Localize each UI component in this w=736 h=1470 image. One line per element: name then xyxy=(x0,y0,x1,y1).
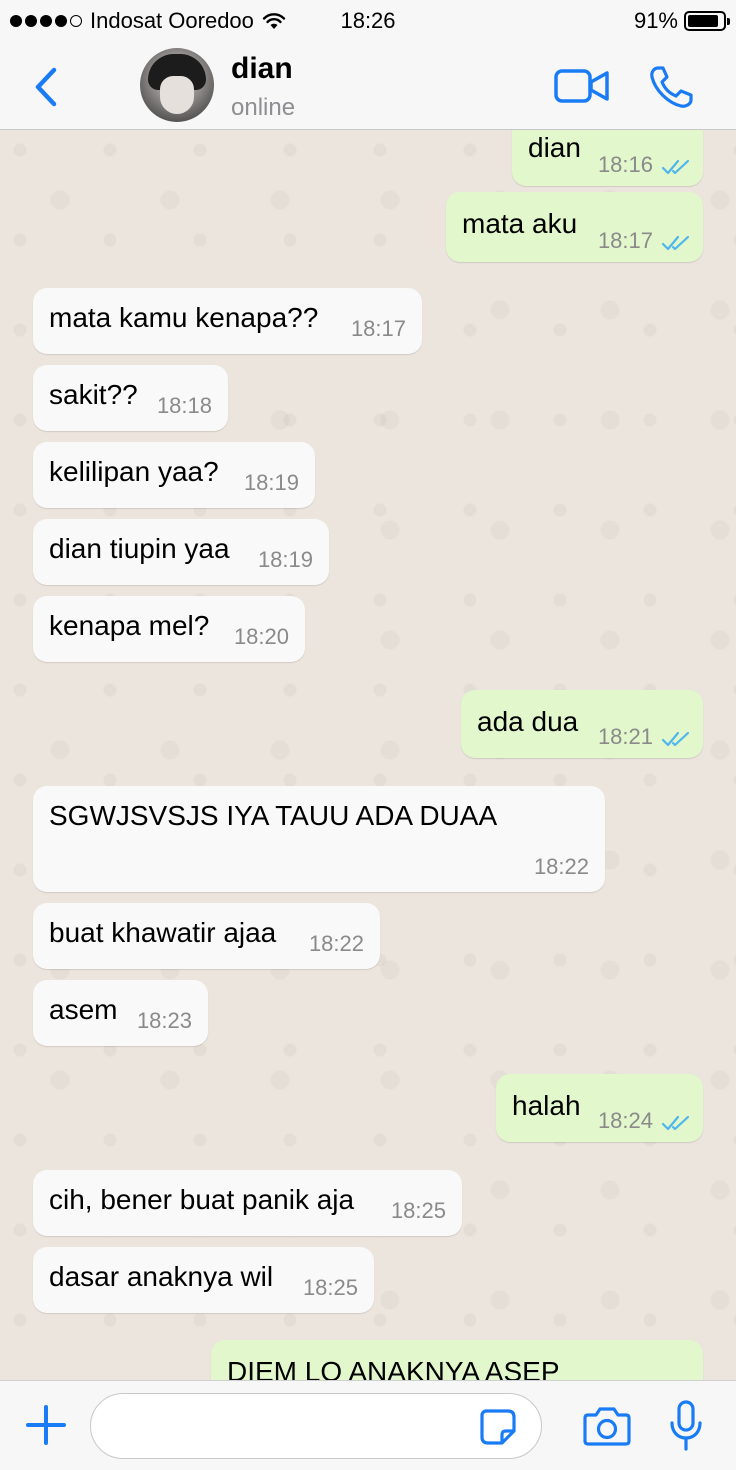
chat-header: dian online xyxy=(0,42,736,130)
message-bubble-outgoing[interactable]: dian 18:16 xyxy=(512,130,703,186)
message-input[interactable] xyxy=(90,1393,542,1459)
microphone-icon[interactable] xyxy=(668,1399,704,1453)
message-time: 18:17 xyxy=(597,228,653,253)
message-time: 18:25 xyxy=(302,1275,358,1300)
message-time: 18:21 xyxy=(597,724,653,749)
message-bubble-outgoing[interactable]: mata aku 18:17 xyxy=(446,192,703,262)
message-bubble-incoming[interactable]: SGWJSVSJS IYA TAUU ADA DUAA 18:22 xyxy=(33,786,605,892)
status-time: 18:26 xyxy=(340,8,396,33)
message-time: 18:18 xyxy=(156,393,212,418)
plus-icon[interactable] xyxy=(24,1403,68,1447)
message-time: 18:19 xyxy=(257,547,313,572)
contact-status: online xyxy=(231,94,296,121)
status-bar: Indosat Ooredoo 18:26 91% xyxy=(0,0,736,42)
message-bubble-outgoing[interactable]: halah 18:24 xyxy=(496,1074,703,1142)
message-bubble-incoming[interactable]: asem 18:23 xyxy=(33,980,208,1046)
message-bubble-incoming[interactable]: cih, bener buat panik aja 18:25 xyxy=(33,1170,462,1236)
message-time: 18:20 xyxy=(233,624,289,649)
camera-icon[interactable] xyxy=(582,1405,632,1447)
battery-percent: 91% xyxy=(633,8,678,33)
status-right: 91% xyxy=(633,8,730,34)
message-text: kelilipan yaa? xyxy=(49,456,219,487)
message-text: asem xyxy=(49,994,118,1025)
message-text: SGWJSVSJS IYA TAUU ADA DUAA xyxy=(49,800,498,831)
message-text: dian xyxy=(528,132,581,163)
message-text: mata kamu kenapa?? xyxy=(49,302,319,333)
message-bubble-outgoing[interactable]: ada dua 18:21 xyxy=(461,690,703,758)
double-check-icon xyxy=(661,159,690,175)
battery-icon xyxy=(684,11,730,31)
message-bubble-incoming[interactable]: kelilipan yaa? 18:19 xyxy=(33,442,315,508)
message-text: halah xyxy=(512,1090,581,1121)
avatar[interactable] xyxy=(140,48,214,122)
message-bubble-incoming[interactable]: buat khawatir ajaa 18:22 xyxy=(33,903,380,969)
message-bubble-incoming[interactable]: kenapa mel? 18:20 xyxy=(33,596,305,662)
chevron-left-icon[interactable] xyxy=(28,64,68,110)
message-bubble-incoming[interactable]: dasar anaknya wil 18:25 xyxy=(33,1247,374,1313)
message-text: dasar anaknya wil xyxy=(49,1261,274,1292)
video-camera-icon[interactable] xyxy=(553,66,611,106)
double-check-icon xyxy=(661,235,690,251)
message-time: 18:19 xyxy=(243,470,299,495)
double-check-icon xyxy=(661,731,690,747)
message-text: ada dua xyxy=(477,706,579,737)
message-text: sakit?? xyxy=(49,379,138,410)
message-time: 18:22 xyxy=(533,854,589,879)
message-composer xyxy=(0,1380,736,1470)
message-text: dian tiupin yaa xyxy=(49,533,230,564)
sticker-icon[interactable] xyxy=(478,1407,518,1447)
phone-icon[interactable] xyxy=(648,64,696,110)
message-time: 18:22 xyxy=(308,931,364,956)
message-time: 18:24 xyxy=(597,1108,653,1133)
message-text: DIEM LO ANAKNYA ASEP xyxy=(227,1356,560,1380)
message-text: buat khawatir ajaa xyxy=(49,917,277,948)
message-bubble-incoming[interactable]: sakit?? 18:18 xyxy=(33,365,228,431)
message-bubble-incoming[interactable]: mata kamu kenapa?? 18:17 xyxy=(33,288,422,354)
message-text: kenapa mel? xyxy=(49,610,210,641)
message-text: mata aku xyxy=(462,208,578,239)
chat-area[interactable]: dian 18:16 mata aku 18:17 mata kamu kena… xyxy=(0,130,736,1380)
message-text: cih, bener buat panik aja xyxy=(49,1184,355,1215)
message-time: 18:23 xyxy=(136,1008,192,1033)
double-check-icon xyxy=(661,1115,690,1131)
contact-name[interactable]: dian xyxy=(231,52,293,86)
message-time: 18:17 xyxy=(350,316,406,341)
message-bubble-incoming[interactable]: dian tiupin yaa 18:19 xyxy=(33,519,329,585)
message-time: 18:16 xyxy=(597,152,653,177)
message-time: 18:25 xyxy=(390,1198,446,1223)
message-bubble-outgoing[interactable]: DIEM LO ANAKNYA ASEP xyxy=(211,1340,703,1380)
